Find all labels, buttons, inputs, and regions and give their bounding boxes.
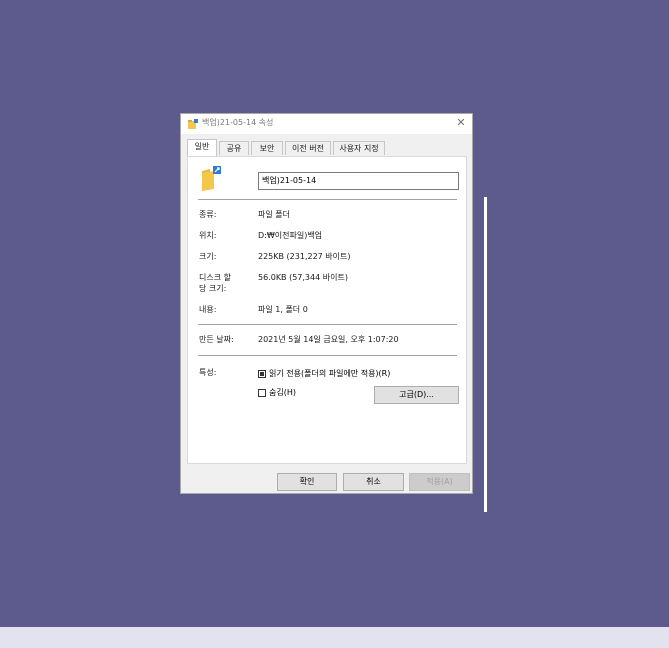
size-value: 225KB (231,227 바이트) (258, 252, 351, 261)
tab-previous-versions[interactable]: 이전 버전 (285, 141, 331, 155)
checkbox-indeterminate-icon[interactable] (258, 370, 266, 378)
contents-value: 파일 1, 폴더 0 (258, 305, 308, 314)
folder-name-input[interactable]: 백업)21-05-14 (258, 172, 459, 190)
apply-button[interactable]: 적용(A) (409, 473, 470, 491)
tab-security[interactable]: 보안 (251, 141, 283, 155)
size-label: 크기: (199, 252, 217, 261)
taskbar-strip (0, 627, 669, 648)
large-folder-icon (202, 166, 221, 191)
created-label: 만든 날짜: (199, 335, 234, 344)
divider (198, 324, 457, 325)
white-vertical-bar (484, 197, 487, 512)
general-tab-panel: 백업)21-05-14 종류: 파일 폴더 위치: D:₩이전파일)백업 크기:… (187, 156, 467, 464)
readonly-label: 읽기 전용(폴더의 파일에만 적용)(R) (269, 369, 391, 378)
location-label: 위치: (199, 231, 217, 240)
title-bar[interactable]: 백업)21-05-14 속성 ✕ (181, 114, 472, 134)
location-value: D:₩이전파일)백업 (258, 231, 323, 240)
advanced-button[interactable]: 고급(D)... (374, 386, 459, 404)
tab-strip: 일반 공유 보안 이전 버전 사용자 지정 (187, 139, 467, 156)
folder-icon (188, 119, 198, 129)
hidden-checkbox[interactable]: 숨김(H) (258, 388, 296, 398)
window-title: 백업)21-05-14 속성 (202, 118, 274, 127)
divider (198, 355, 457, 356)
tab-customize[interactable]: 사용자 지정 (333, 141, 385, 155)
close-icon[interactable]: ✕ (454, 116, 468, 130)
divider (198, 199, 457, 200)
contents-label: 내용: (199, 305, 217, 314)
ok-button[interactable]: 확인 (277, 473, 337, 491)
disk-size-label-line1: 디스크 할 (199, 273, 231, 282)
folder-properties-dialog: 백업)21-05-14 속성 ✕ 일반 공유 보안 이전 버전 사용자 지정 백… (180, 113, 473, 494)
hidden-label: 숨김(H) (269, 388, 296, 397)
created-value: 2021년 5월 14일 금요일, 오후 1:07:20 (258, 335, 399, 344)
tab-sharing[interactable]: 공유 (219, 141, 249, 155)
type-value: 파일 폴더 (258, 210, 290, 219)
type-label: 종류: (199, 210, 217, 219)
checkbox-icon[interactable] (258, 389, 266, 397)
tab-general[interactable]: 일반 (187, 139, 217, 156)
readonly-checkbox[interactable]: 읽기 전용(폴더의 파일에만 적용)(R) (258, 369, 390, 379)
cancel-button[interactable]: 취소 (343, 473, 404, 491)
attributes-label: 특성: (199, 368, 217, 377)
disk-size-value: 56.0KB (57,344 바이트) (258, 273, 348, 282)
disk-size-label-line2: 당 크기: (199, 284, 227, 293)
